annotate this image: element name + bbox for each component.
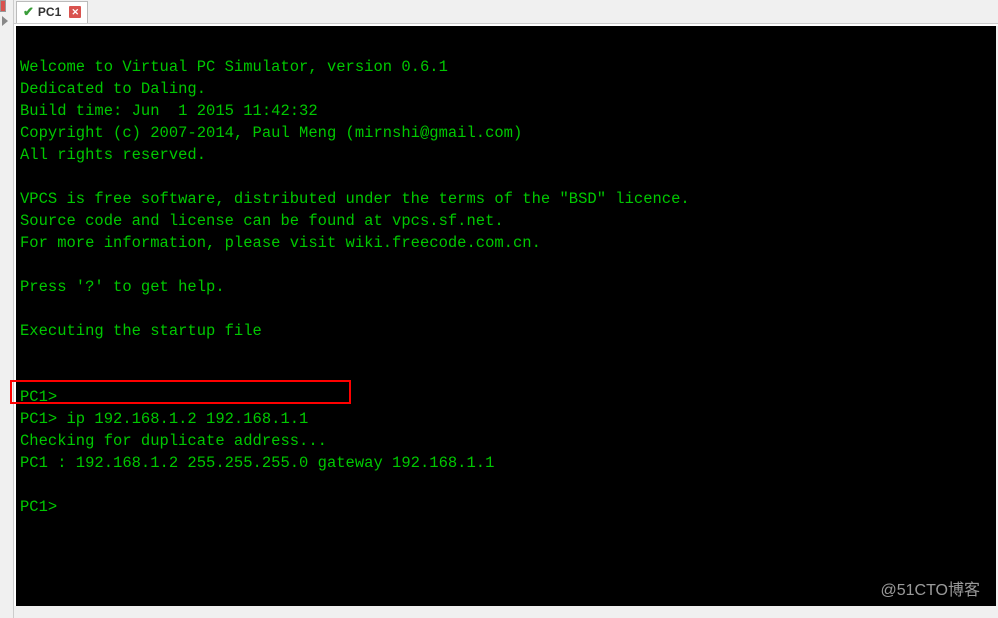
- accent-marker: [0, 0, 6, 12]
- bottom-strip: [14, 606, 998, 618]
- check-icon: ✔: [23, 4, 34, 20]
- tab-label: PC1: [38, 5, 61, 19]
- expand-arrow-icon[interactable]: [2, 16, 8, 26]
- close-icon[interactable]: ✕: [69, 6, 81, 18]
- terminal-output[interactable]: Welcome to Virtual PC Simulator, version…: [16, 26, 998, 606]
- tab-pc1[interactable]: ✔ PC1 ✕: [16, 1, 88, 23]
- tab-bar: ✔ PC1 ✕: [0, 0, 998, 24]
- watermark: @51CTO博客: [880, 576, 980, 600]
- left-gutter: [0, 0, 14, 618]
